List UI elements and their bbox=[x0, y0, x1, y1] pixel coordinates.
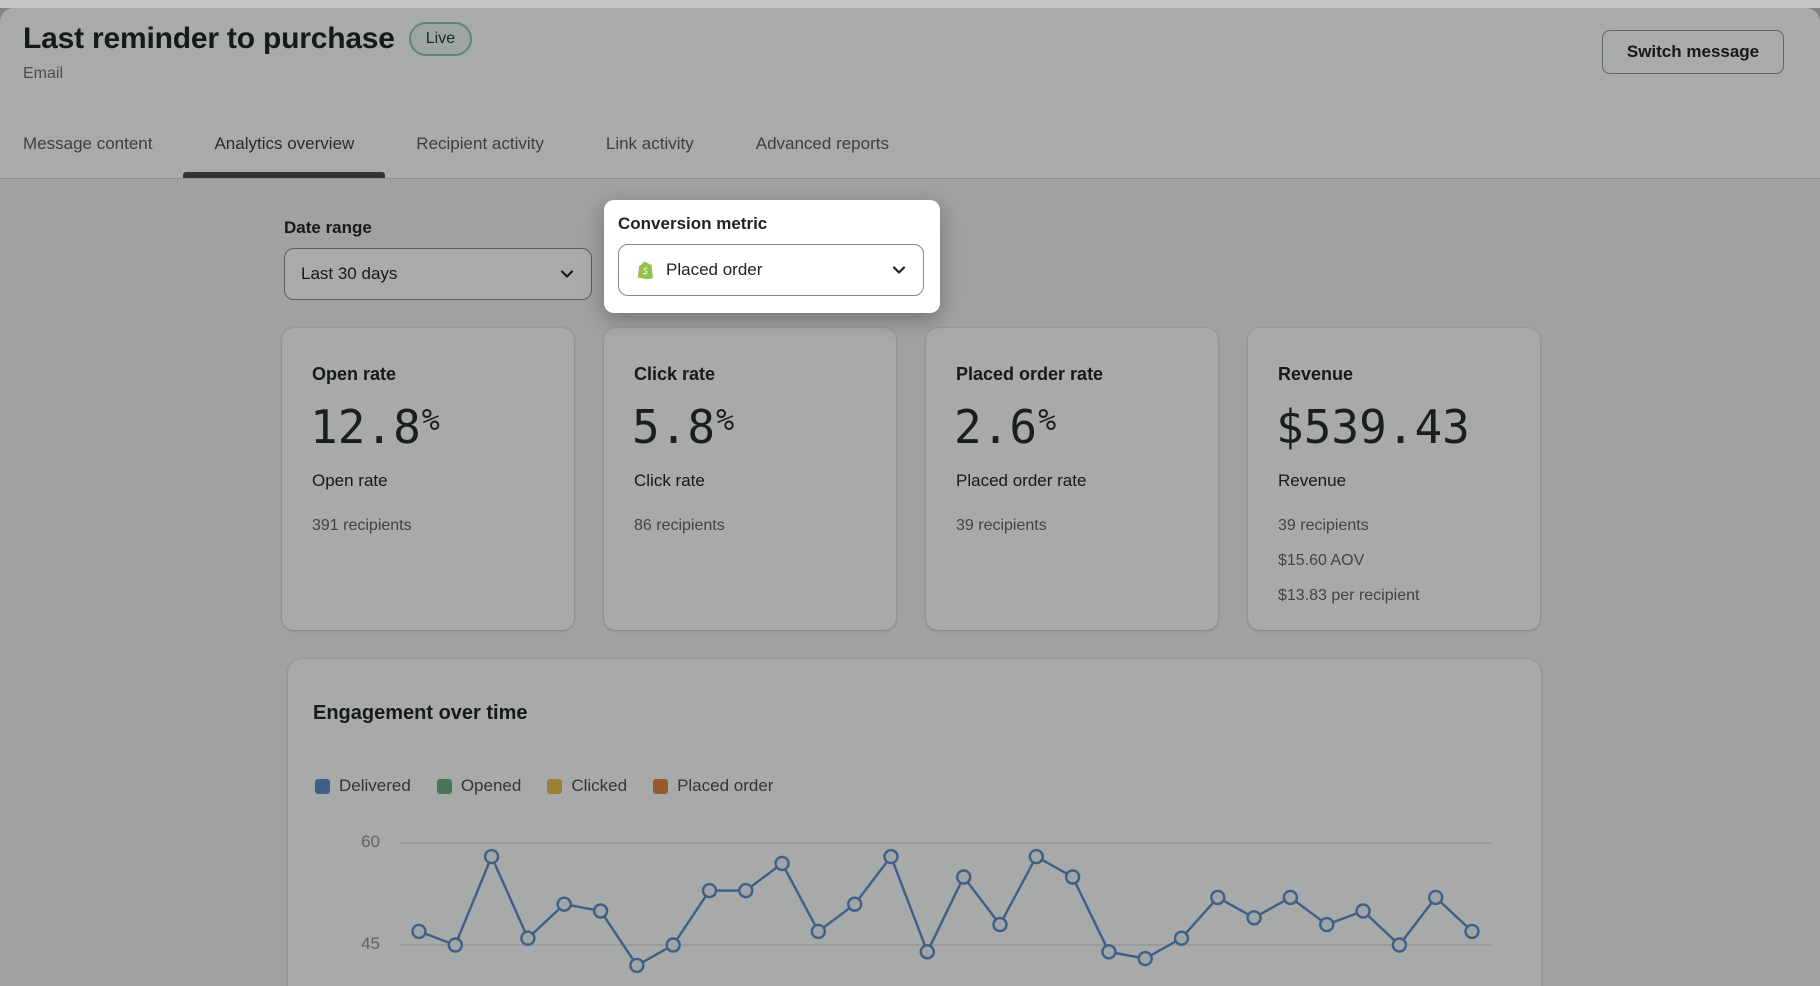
conversion-metric-select[interactable]: Placed order bbox=[618, 244, 924, 296]
chevron-down-icon bbox=[892, 266, 906, 274]
dim-overlay bbox=[0, 8, 1820, 986]
conversion-metric-value: Placed order bbox=[666, 260, 763, 279]
shopify-icon bbox=[637, 261, 653, 279]
conversion-metric-spotlight: Conversion metric Placed order bbox=[604, 200, 940, 313]
conversion-metric-label: Conversion metric bbox=[618, 214, 768, 233]
